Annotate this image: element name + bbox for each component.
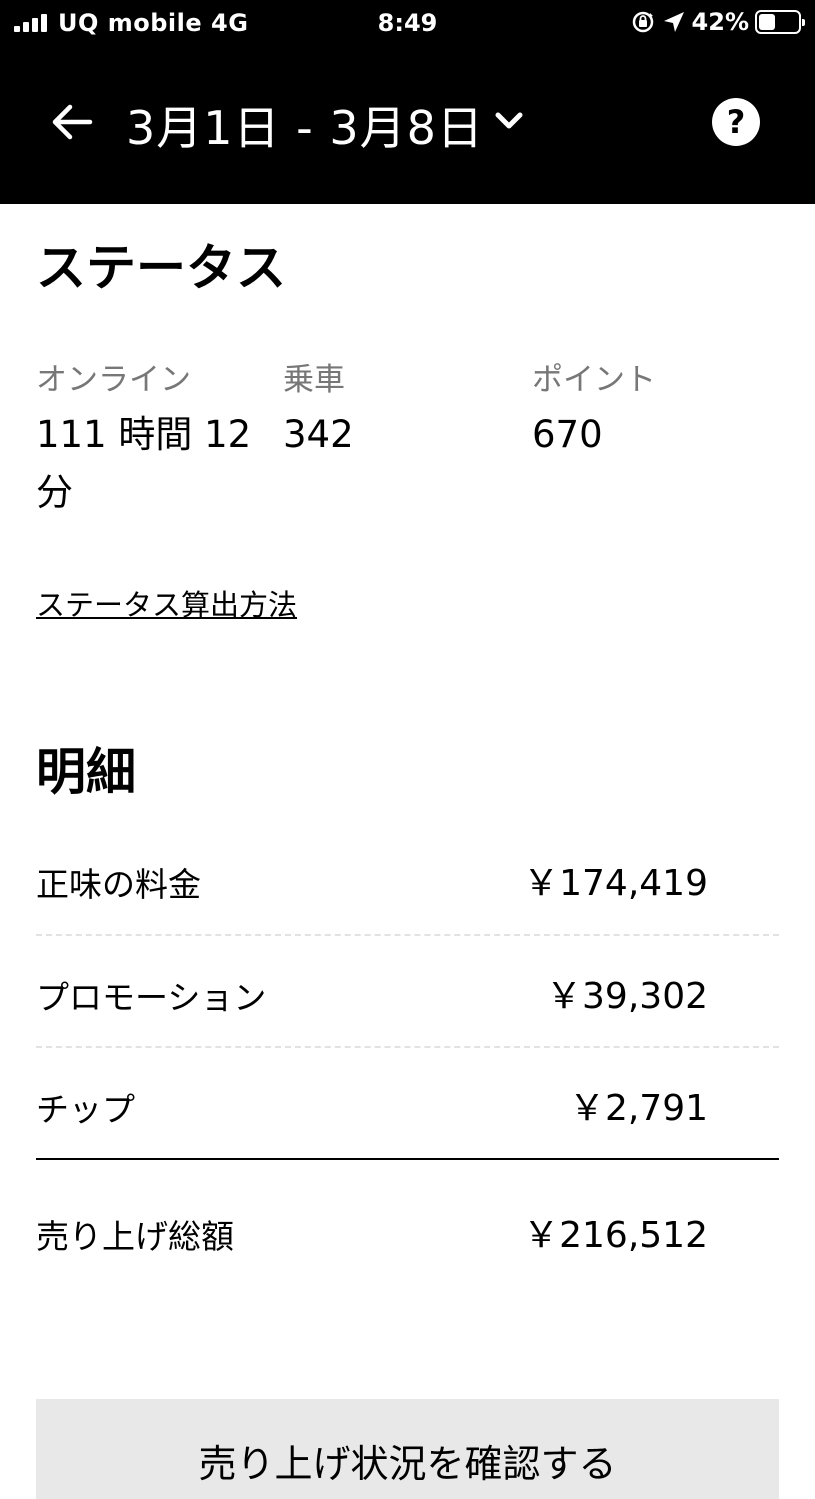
points-label: ポイント bbox=[532, 362, 656, 398]
breakdown-row-tip: チップ ￥2,791 bbox=[36, 1047, 779, 1159]
location-arrow-icon bbox=[663, 12, 684, 32]
main-content: ステータス オンライン 乗車 ポイント 111 時間 12 分 342 670 … bbox=[0, 204, 815, 1499]
status-right: 42% bbox=[630, 8, 805, 36]
view-earnings-button[interactable]: 売り上げ状況を確認する bbox=[36, 1399, 779, 1499]
header-bar: 3月1日 - 3月8日 ? bbox=[0, 46, 815, 204]
online-label: オンライン bbox=[36, 362, 191, 398]
battery-fill bbox=[759, 14, 775, 30]
rides-label: 乗車 bbox=[283, 362, 345, 398]
rotation-lock-icon bbox=[632, 11, 653, 33]
rides-value: 342 bbox=[283, 413, 354, 456]
battery-percent: 42% bbox=[691, 8, 749, 36]
online-value: 111 時間 12 分 bbox=[36, 413, 252, 514]
total-label: 売り上げ総額 bbox=[36, 1217, 234, 1256]
points-value: 670 bbox=[532, 413, 603, 456]
row-label: チップ bbox=[36, 1090, 135, 1129]
total-value: ￥216,512 bbox=[523, 1215, 708, 1256]
help-icon[interactable]: ? bbox=[712, 98, 760, 146]
total-divider bbox=[36, 1158, 779, 1160]
breakdown-row-total: 売り上げ総額 ￥216,512 bbox=[36, 1164, 779, 1276]
row-value: ￥174,419 bbox=[523, 863, 708, 904]
breakdown-row-net-fare: 正味の料金 ￥174,419 bbox=[36, 822, 779, 934]
row-value: ￥2,791 bbox=[568, 1088, 708, 1129]
status-method-link[interactable]: ステータス算出方法 bbox=[36, 582, 297, 624]
back-arrow-icon[interactable] bbox=[50, 102, 94, 142]
row-value: ￥39,302 bbox=[546, 976, 708, 1017]
row-label: 正味の料金 bbox=[36, 865, 201, 904]
status-section-title: ステータス bbox=[36, 239, 286, 297]
date-range-selector[interactable]: 3月1日 - 3月8日 bbox=[126, 92, 484, 158]
chevron-down-icon[interactable] bbox=[494, 110, 524, 132]
status-bar: UQ mobile 4G 8:49 42% bbox=[0, 0, 815, 46]
row-label: プロモーション bbox=[36, 978, 267, 1017]
breakdown-row-promotion: プロモーション ￥39,302 bbox=[36, 935, 779, 1047]
battery-icon bbox=[755, 10, 805, 34]
breakdown-section-title: 明細 bbox=[36, 743, 136, 801]
